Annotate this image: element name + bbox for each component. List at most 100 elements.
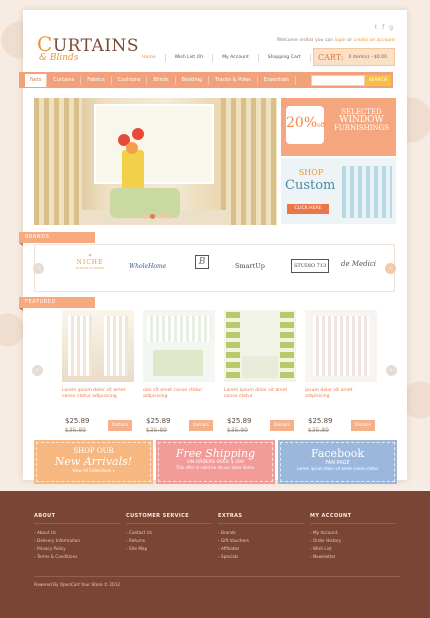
slide-vase [122,150,144,190]
promo-custom-line1: SHOP [298,168,324,177]
topnav-cart[interactable]: Shopping Cart [257,54,310,62]
product-image[interactable] [62,310,134,382]
slide-curtain-right [221,98,277,225]
cart-value: 0 item(s) - $0.00 [348,54,387,60]
product-old-price: $35.89 [308,427,329,434]
footer-column-title: MY ACCOUNT [310,513,396,524]
hero-slider[interactable] [34,98,277,225]
facebook-icon[interactable]: f [382,24,384,31]
product-name[interactable]: Lorem ipsum dolor sit amet conse ctetur [224,388,296,400]
product-image[interactable] [305,310,377,382]
footer-link[interactable]: Site Map [126,545,212,553]
promo-window-image [342,166,392,218]
footer-link[interactable]: Newsletter [310,553,396,561]
product-price: $25.89 [227,417,252,425]
product-name[interactable]: Lorem ipsum dolor sit amet conse ctetur … [62,388,134,400]
product-old-price: $35.89 [65,427,86,434]
details-button[interactable]: Details [108,420,132,431]
click-here-button[interactable]: CLICK HERE [287,204,329,214]
cart-title: CART: [318,52,344,62]
footer-link[interactable]: Returns [126,537,212,545]
google-icon[interactable]: g [389,24,393,31]
site-logo[interactable]: CURTAINS & Blinds [37,32,139,63]
footer-link[interactable]: Wish List [310,545,396,553]
footer-copyright: Powered By OpenCart Your Store © 2012 [34,582,121,587]
footer-link[interactable]: Delivery Information [34,537,120,545]
promo-custom-banner[interactable]: SHOP Custom CLICK HERE [281,158,396,224]
site-footer: ABOUT About Us Delivery Information Priv… [0,491,430,618]
cart-box[interactable]: CART: 0 item(s) - $0.00 [313,48,395,66]
brand-logo-studio713[interactable]: STUDIO 713 [291,259,330,273]
brand-logo-smartup[interactable]: SmartUp [235,262,265,270]
footer-link[interactable]: Order History [310,537,396,545]
details-button[interactable]: Details [270,420,294,431]
footer-column-title: CUSTOMER SERVICE [126,513,212,524]
menu-item-curtains[interactable]: Curtains [47,75,82,85]
slider-dot-active[interactable] [150,214,155,219]
footer-link[interactable]: Specials [218,553,304,561]
product-card: ipsum dolor sit amet adipisicing $25.89 … [305,310,377,438]
product-name[interactable]: olor sit amet conse ctetur adipisicing [143,388,215,400]
brands-next-arrow[interactable]: › [385,263,396,274]
featured-prev-arrow[interactable]: ‹ [32,365,43,376]
page-container: CURTAINS & Blinds t f g Welcome visitor … [19,10,407,480]
promo-discount-banner[interactable]: 20%off SELECTED WINDOW FURNISHINGS [281,98,396,156]
brands-carousel: ‹ ✶ NICHE STUDIO & LIVING WholeHome B Sm… [33,244,396,292]
search-box: SEARCH [311,75,391,86]
facebook-banner[interactable]: Facebook FAN PAGE Lorem ipsum dolor sit … [278,440,397,484]
brand-logo-wholehome[interactable]: WholeHome [129,263,166,270]
slider-dot[interactable] [166,214,171,219]
footer-column-extras: EXTRAS Brands Gift Vouchers Affiliates S… [218,513,304,561]
brand-logo-b[interactable]: B [187,255,217,269]
footer-link[interactable]: Terms & Conditions [34,553,120,561]
slider-dot[interactable] [158,214,163,219]
free-shipping-banner[interactable]: Free Shipping ON ORDERS OVER $ 299 This … [156,440,275,484]
search-input[interactable] [311,75,365,86]
brand-logo-niche[interactable]: ✶ NICHE STUDIO & LIVING [67,253,113,270]
promo-discount-text: SELECTED WINDOW FURNISHINGS [333,108,390,132]
footer-link[interactable]: Gift Vouchers [218,537,304,545]
featured-next-arrow[interactable]: › [386,365,397,376]
footer-link[interactable]: Affiliates [218,545,304,553]
footer-column-about: ABOUT About Us Delivery Information Priv… [34,513,120,561]
details-button[interactable]: Details [189,420,213,431]
login-link[interactable]: login [335,38,346,43]
create-account-link[interactable]: create an account [353,38,395,43]
twitter-icon[interactable]: t [375,24,377,31]
topnav-wishlist[interactable]: Wish List (0) [164,54,212,62]
brands-prev-arrow[interactable]: ‹ [33,263,44,274]
menu-item-bedding[interactable]: Bedding [176,75,210,85]
product-card: Lorem ipsum dolor sit amet conse ctetur … [62,310,134,438]
search-button[interactable]: SEARCH [365,75,391,86]
product-image[interactable] [224,310,296,382]
footer-link[interactable]: Brands [218,529,304,537]
slide-flower [126,142,138,154]
footer-column-my-account: MY ACCOUNT My Account Order History Wish… [310,513,396,561]
menu-item-fabrics[interactable]: Fabrics [81,75,112,85]
featured-products: ‹ Lorem ipsum dolor sit amet conse ctetu… [32,310,397,444]
featured-section-label: FEATURED [19,297,95,311]
topnav-account[interactable]: My Account [212,54,258,62]
brand-logo-demedici[interactable]: de Medici [341,260,376,268]
footer-link[interactable]: Contact Us [126,529,212,537]
menu-item-essentials[interactable]: Essentials [258,75,296,85]
footer-link[interactable]: My Account [310,529,396,537]
menu-item-nets[interactable]: Nets [25,73,48,87]
new-arrivals-banner[interactable]: SHOP OUR New Arrivals! View All Collecti… [34,440,153,484]
slide-flower [132,128,144,140]
menu-item-tracks-poles[interactable]: Tracks & Poles [209,75,258,85]
welcome-message: Welcome visitor you can login or create … [276,38,395,43]
menu-item-cushions[interactable]: Cushions [112,75,148,85]
brands-section-label: BRANDS [19,232,95,246]
topnav-home[interactable]: Home [133,54,165,62]
product-name[interactable]: ipsum dolor sit amet adipisicing [305,388,377,400]
menu-item-blinds[interactable]: Blinds [147,75,176,85]
product-price: $25.89 [65,417,90,425]
details-button[interactable]: Details [351,420,375,431]
footer-link[interactable]: About Us [34,529,120,537]
promo-custom-line2: Custom [285,178,336,193]
product-image[interactable] [143,310,215,382]
footer-link[interactable]: Privacy Policy [34,545,120,553]
slider-dot[interactable] [142,214,147,219]
discount-badge: 20%off [286,106,325,144]
